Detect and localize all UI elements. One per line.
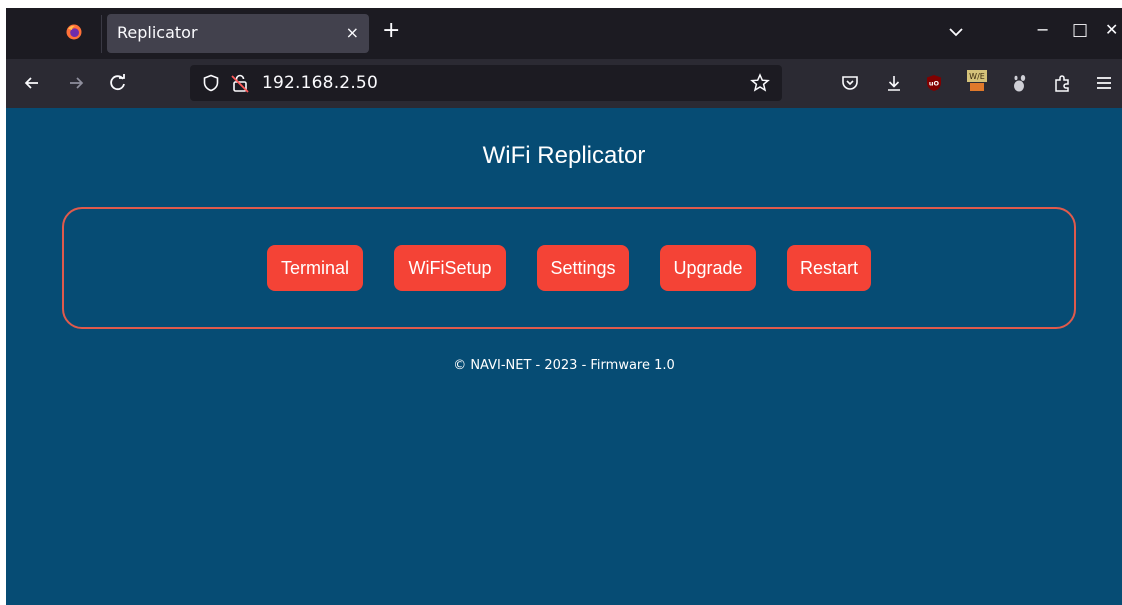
pocket-icon[interactable] — [840, 73, 860, 93]
wifisetup-button[interactable]: WiFiSetup — [394, 245, 506, 291]
button-row: Terminal WiFiSetup Settings Upgrade Rest… — [64, 245, 1074, 293]
new-tab-icon[interactable]: + — [382, 20, 400, 42]
page-title: WiFi Replicator — [482, 142, 646, 169]
footer-text: © NAVI-NET - 2023 - Firmware 1.0 — [453, 358, 675, 373]
svg-text:W/E: W/E — [969, 72, 985, 81]
svg-text:uO: uO — [929, 80, 940, 88]
tab-active[interactable]: Replicator × — [107, 14, 369, 53]
ublock-icon[interactable]: uO — [924, 73, 944, 93]
tab-list-icon[interactable] — [946, 22, 966, 42]
button-panel: Terminal WiFiSetup Settings Upgrade Rest… — [62, 207, 1076, 329]
url-bar[interactable]: 192.168.2.50 — [190, 65, 782, 101]
page-content: WiFi Replicator Terminal WiFiSetup Setti… — [6, 108, 1122, 605]
restart-button[interactable]: Restart — [787, 245, 871, 291]
settings-button[interactable]: Settings — [537, 245, 629, 291]
reload-icon[interactable] — [108, 73, 128, 93]
firefox-logo-icon[interactable] — [66, 24, 82, 40]
tab-title: Replicator — [117, 23, 198, 42]
shield-icon[interactable] — [202, 74, 220, 92]
menu-icon[interactable] — [1094, 73, 1114, 93]
terminal-button[interactable]: Terminal — [267, 245, 363, 291]
minimize-icon[interactable]: − — [1036, 20, 1049, 40]
insecure-lock-icon[interactable] — [230, 73, 250, 93]
browser-window: Replicator × + − □ ✕ 192.168.2.50 uO W/E… — [6, 8, 1122, 605]
tab-strip: Replicator × + − □ ✕ — [6, 8, 1122, 59]
gnome-extension-icon[interactable] — [1010, 73, 1030, 93]
wappalyzer-icon[interactable]: W/E — [966, 69, 988, 93]
forward-icon[interactable] — [66, 73, 86, 93]
back-icon[interactable] — [22, 73, 42, 93]
maximize-icon[interactable]: □ — [1072, 20, 1088, 40]
close-window-icon[interactable]: ✕ — [1105, 20, 1118, 40]
bookmark-star-icon[interactable] — [750, 73, 770, 93]
download-icon[interactable] — [884, 73, 904, 93]
tab-close-icon[interactable]: × — [346, 23, 359, 42]
upgrade-button[interactable]: Upgrade — [660, 245, 756, 291]
extensions-icon[interactable] — [1052, 73, 1072, 93]
url-text[interactable]: 192.168.2.50 — [262, 73, 378, 93]
tab-separator — [101, 15, 102, 53]
navigation-bar: 192.168.2.50 uO W/E — [6, 59, 1122, 108]
